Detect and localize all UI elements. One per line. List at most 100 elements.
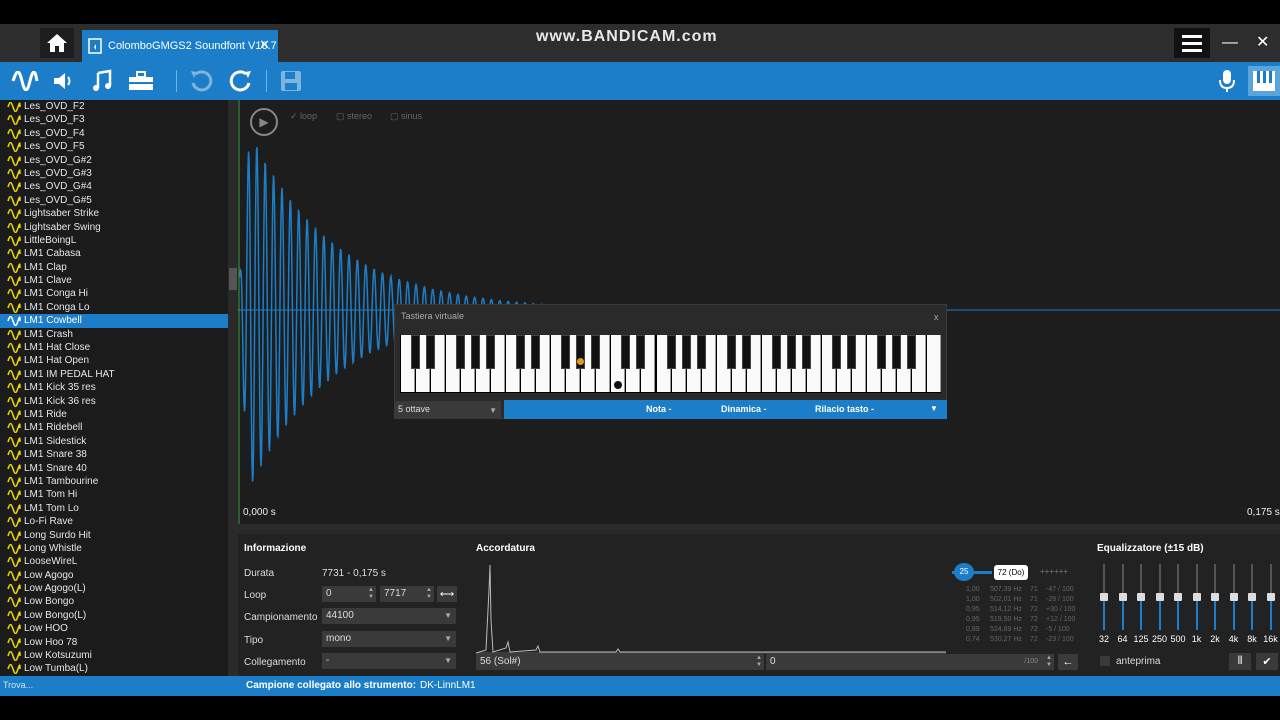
minimize-icon[interactable]: — [1222,34,1238,52]
sample-list-item[interactable]: Les_OVD_G#2 [0,154,228,167]
sample-list-item[interactable]: LM1 Crash [0,328,228,341]
sample-list-item[interactable]: LM1 Cowbell [0,314,228,328]
sample-list-scrollbar[interactable] [228,100,238,676]
music-note-icon[interactable] [87,66,117,96]
undo-icon[interactable] [186,66,216,96]
sample-list-item[interactable]: Les_OVD_F5 [0,140,228,153]
black-key[interactable] [591,335,601,369]
search-input[interactable]: Trova... [3,680,33,690]
speaker-icon[interactable] [49,66,79,96]
sample-list-item[interactable]: LM1 Conga Lo [0,301,228,314]
black-key[interactable] [891,335,901,369]
eq-band-knob[interactable] [1192,593,1201,601]
root-key-input[interactable]: 56 (Sol#) ▲ ▼ [476,654,764,670]
eq-band-knob[interactable] [1100,593,1108,601]
sample-list-item[interactable]: LM1 Tambourine [0,475,228,488]
eq-band-knob[interactable] [1229,593,1238,601]
sample-list-item[interactable]: Les_OVD_F3 [0,113,228,126]
eq-band-knob[interactable] [1248,593,1256,601]
black-key[interactable] [636,335,646,369]
keyboard-expand-icon[interactable]: ▼ [930,404,938,413]
sample-list-item[interactable]: LM1 Clap [0,261,228,274]
black-key[interactable] [831,335,841,369]
black-key[interactable] [771,335,781,369]
sample-list-item[interactable]: Long Surdo Hit [0,529,228,542]
sample-list-item[interactable]: Lightsaber Strike [0,207,228,220]
eq-band-knob[interactable] [1266,593,1275,601]
loop-checkbox[interactable]: ✓ loop [290,111,317,122]
sample-list-item[interactable]: Les_OVD_F2 [0,100,228,113]
eq-band-knob[interactable] [1137,593,1145,601]
play-button[interactable]: ▶ [250,108,278,136]
black-key[interactable] [846,335,856,369]
close-window-icon[interactable]: ✕ [1256,32,1269,52]
black-key[interactable] [681,335,691,369]
sample-list-item[interactable]: Low Kotsuzumi [0,649,228,662]
sample-rate-select[interactable]: 44100 ▼ [322,608,456,624]
microphone-icon[interactable] [1212,66,1242,96]
link-select[interactable]: - ▼ [322,653,456,669]
black-key[interactable] [741,335,751,369]
virtual-keyboard-close-icon[interactable]: x [934,312,939,322]
eq-band-knob[interactable] [1155,593,1164,601]
sample-list-item[interactable]: LooseWireL [0,555,228,568]
black-key[interactable] [621,335,631,369]
black-key[interactable] [531,335,541,369]
eq-band-knob[interactable] [1118,593,1127,601]
black-key[interactable] [726,335,736,369]
sample-list-item[interactable]: LM1 Kick 36 res [0,395,228,408]
sample-list-item[interactable]: Low HOO [0,622,228,635]
sample-list-item[interactable]: LM1 Tom Lo [0,502,228,515]
sample-list-item[interactable]: LM1 Kick 35 res [0,381,228,394]
sample-list-item[interactable]: Low Hoo 78 [0,636,228,649]
home-button[interactable] [40,28,74,58]
type-select[interactable]: mono ▼ [322,631,456,647]
sample-list-item[interactable]: LM1 Sidestick [0,435,228,448]
black-key[interactable] [471,335,481,369]
sample-list-item[interactable]: Les_OVD_G#3 [0,167,228,180]
black-key[interactable] [411,335,421,369]
sample-list-item[interactable]: LM1 Snare 38 [0,448,228,461]
preview-checkbox[interactable] [1100,656,1110,666]
sample-list-item[interactable]: Low Agogo [0,569,228,582]
sample-list[interactable]: Les_OVD_F2 Les_OVD_F3 Les_OVD_F4 Les_OVD_F5… [0,100,228,676]
sample-list-item[interactable]: LM1 Snare 40 [0,462,228,475]
sample-list-item[interactable]: Low Bongo(L) [0,609,228,622]
sample-list-item[interactable]: LM1 Tom Hi [0,488,228,501]
piano-keys[interactable] [400,335,942,393]
sample-list-item[interactable]: Low Bongo [0,595,228,608]
sample-list-item[interactable]: LM1 Hat Close [0,341,228,354]
fine-tune-input[interactable]: 0/100 ▲ ▼ [766,654,1054,670]
waveform-hscroll[interactable] [238,524,1280,534]
save-icon[interactable] [276,66,306,96]
eq-reset-button[interactable]: ⫴ [1229,653,1251,670]
black-key[interactable] [426,335,436,369]
loop-start-input[interactable]: 0 ▲ ▼ [322,586,376,602]
scrollbar-thumb[interactable] [229,268,237,290]
sinus-checkbox[interactable]: ▢ sinus [390,111,422,122]
toolbox-icon[interactable] [126,66,156,96]
redo-icon[interactable] [226,66,256,96]
loop-end-input[interactable]: 7717 ▲ ▼ [380,586,434,602]
black-key[interactable] [561,335,571,369]
white-key[interactable] [927,335,942,392]
sample-list-item[interactable]: Les_OVD_G#5 [0,194,228,207]
eq-band-knob[interactable] [1211,593,1219,601]
stereo-checkbox[interactable]: ▢ stereo [336,111,372,122]
wave-icon[interactable] [10,66,40,96]
sample-list-item[interactable]: Long Whistle [0,542,228,555]
sample-list-item[interactable]: LM1 IM PEDAL HAT [0,368,228,381]
sample-list-item[interactable]: Les_OVD_G#4 [0,180,228,193]
sample-list-item[interactable]: LM1 Clave [0,274,228,287]
black-key[interactable] [696,335,706,369]
sample-list-item[interactable]: LittleBoingL [0,234,228,247]
sample-list-item[interactable]: LM1 Cabasa [0,247,228,260]
black-key[interactable] [801,335,811,369]
black-key[interactable] [516,335,526,369]
black-key[interactable] [907,335,917,369]
black-key[interactable] [456,335,466,369]
sample-list-item[interactable]: Low Agogo(L) [0,582,228,595]
octave-select[interactable]: 5 ottave ▼ [395,401,501,418]
loop-swap-button[interactable]: ⟷ [437,586,457,602]
tuning-slider-knob[interactable]: 25 [954,563,974,581]
